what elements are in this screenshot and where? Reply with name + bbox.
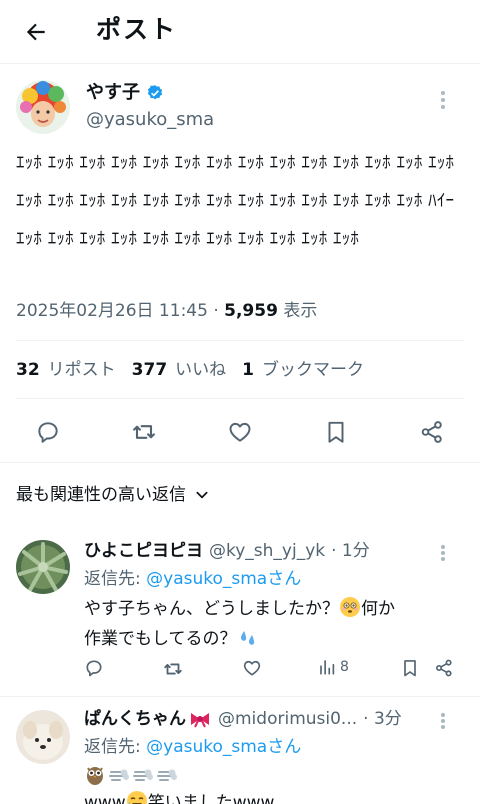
reply-emoji-row [84,764,178,786]
share-button[interactable] [418,418,446,446]
repost-button[interactable] [130,418,158,446]
reply-icon [38,422,58,443]
owl-emoji-icon [84,764,106,786]
replying-to-prefix: 返信先: [84,737,147,757]
like-icon [243,660,261,676]
repost-icon [164,663,182,675]
sort-label[interactable]: 最も関連性の高い返信 [16,482,186,508]
reply-icon [86,660,102,677]
reply-text: www 笑いましたwww [84,788,464,804]
bookmarks-label[interactable]: ブックマーク [262,357,364,383]
author-name-row[interactable]: やす子 [86,80,164,106]
post-meta[interactable]: 2025年02月26日 11:45 · 5,959 表示 [16,298,317,324]
views-count: 8 [340,659,349,675]
post-more-button[interactable] [440,90,446,110]
reply-header: ひよこピヨピヨ @ky_sh_yj_yk · 1分 [84,538,370,564]
reply-sort-dropdown[interactable]: 最も関連性の高い返信 [16,482,210,508]
reply-author-handle[interactable]: @midorimusi0... [218,706,357,732]
share-icon [436,659,452,677]
reply-text-line: 何か [361,599,395,619]
reply-time[interactable]: · 1分 [331,538,370,564]
repost-button[interactable] [162,658,184,680]
reply-text-line: 笑いましたwww [147,793,275,804]
reply-more-button[interactable] [440,544,446,562]
post-action-bar [0,410,480,454]
reply-more-button[interactable] [440,712,446,730]
reply-time[interactable]: · 3分 [363,706,402,732]
verified-badge-icon [147,85,163,100]
likes-label[interactable]: いいね [175,357,226,383]
replying-to: 返信先: @yasuko_smaさん [84,734,301,760]
bookmark-button[interactable] [400,658,420,678]
post-date[interactable]: 2025年02月26日 11:45 · [16,301,224,321]
post-text: ｴｯﾎ ｴｯﾎ ｴｯﾎ ｴｯﾎ ｴｯﾎ ｴｯﾎ ｴｯﾎ ｴｯﾎ ｴｯﾎ ｴｯﾎ … [16,153,455,249]
more-icon [441,713,445,729]
reply-author-name[interactable]: ぱんくちゃん [84,706,186,732]
ribbon-icon [191,713,209,728]
post-views-count: 5,959 [224,301,278,321]
reply-header: ぱんくちゃん @midorimusi0... · 3分 [84,706,402,732]
page-title: ポスト [96,15,178,44]
dash-emoji-icon [156,764,178,786]
replying-to: 返信先: @yasuko_smaさん [84,566,301,592]
bookmark-button[interactable] [322,418,350,446]
divider [0,696,480,697]
repost-icon [133,425,155,439]
reply-button[interactable] [34,418,62,446]
bookmark-icon [328,421,344,443]
dash-emoji-icon [132,764,154,786]
share-button[interactable] [434,658,454,678]
more-icon [441,91,445,109]
replying-to-prefix: 返信先: [84,569,147,589]
author-avatar[interactable] [16,80,70,134]
reply-text-line: やす子ちゃん、どうしましたか？ [84,599,339,619]
back-arrow-icon [26,23,45,41]
top-bar: ポスト [0,0,480,64]
reply-text-line: www [84,793,126,804]
divider [16,340,464,341]
like-icon [229,422,251,442]
bookmarks-count[interactable]: 1 [242,357,254,383]
dash-emoji-icon [108,764,130,786]
reposts-count[interactable]: 32 [16,357,40,383]
replying-to-link[interactable]: @yasuko_smaさん [146,737,301,757]
share-icon [421,421,442,443]
like-button[interactable] [226,418,254,446]
reply-text: やす子ちゃん、どうしましたか？ 何か 作業でもしてるの？ [84,594,464,654]
like-button[interactable] [242,658,262,678]
post-stats: 32 リポスト 377 いいね 1 ブックマーク [16,357,380,383]
divider [16,398,464,399]
more-icon [441,545,445,561]
reply-author-handle[interactable]: @ky_sh_yj_yk [209,538,325,564]
author-handle[interactable]: @yasuko_sma [86,107,214,133]
author-name[interactable]: やす子 [86,80,140,106]
reply-avatar[interactable] [16,540,70,594]
views-button[interactable]: 8 [318,658,349,676]
reply-button[interactable] [84,658,104,678]
replying-to-link[interactable]: @yasuko_smaさん [146,569,301,589]
rofl-emoji-icon [126,790,148,804]
divider [0,462,480,463]
reply-text-line: 作業でもしてるの？ [84,629,237,649]
post-views-label: 表示 [277,301,318,321]
bookmark-icon [404,660,416,677]
views-icon [320,660,335,675]
sweat-droplets-icon [237,626,259,648]
reply-author-name[interactable]: ひよこピヨピヨ [84,538,203,564]
flushed-emoji-icon [339,596,361,618]
back-button[interactable] [16,12,56,52]
chevron-down-icon [196,491,208,499]
reply-action-bar: 8 [84,656,464,686]
likes-count[interactable]: 377 [132,357,168,383]
reply-avatar[interactable] [16,710,70,764]
reposts-label[interactable]: リポスト [48,357,116,383]
